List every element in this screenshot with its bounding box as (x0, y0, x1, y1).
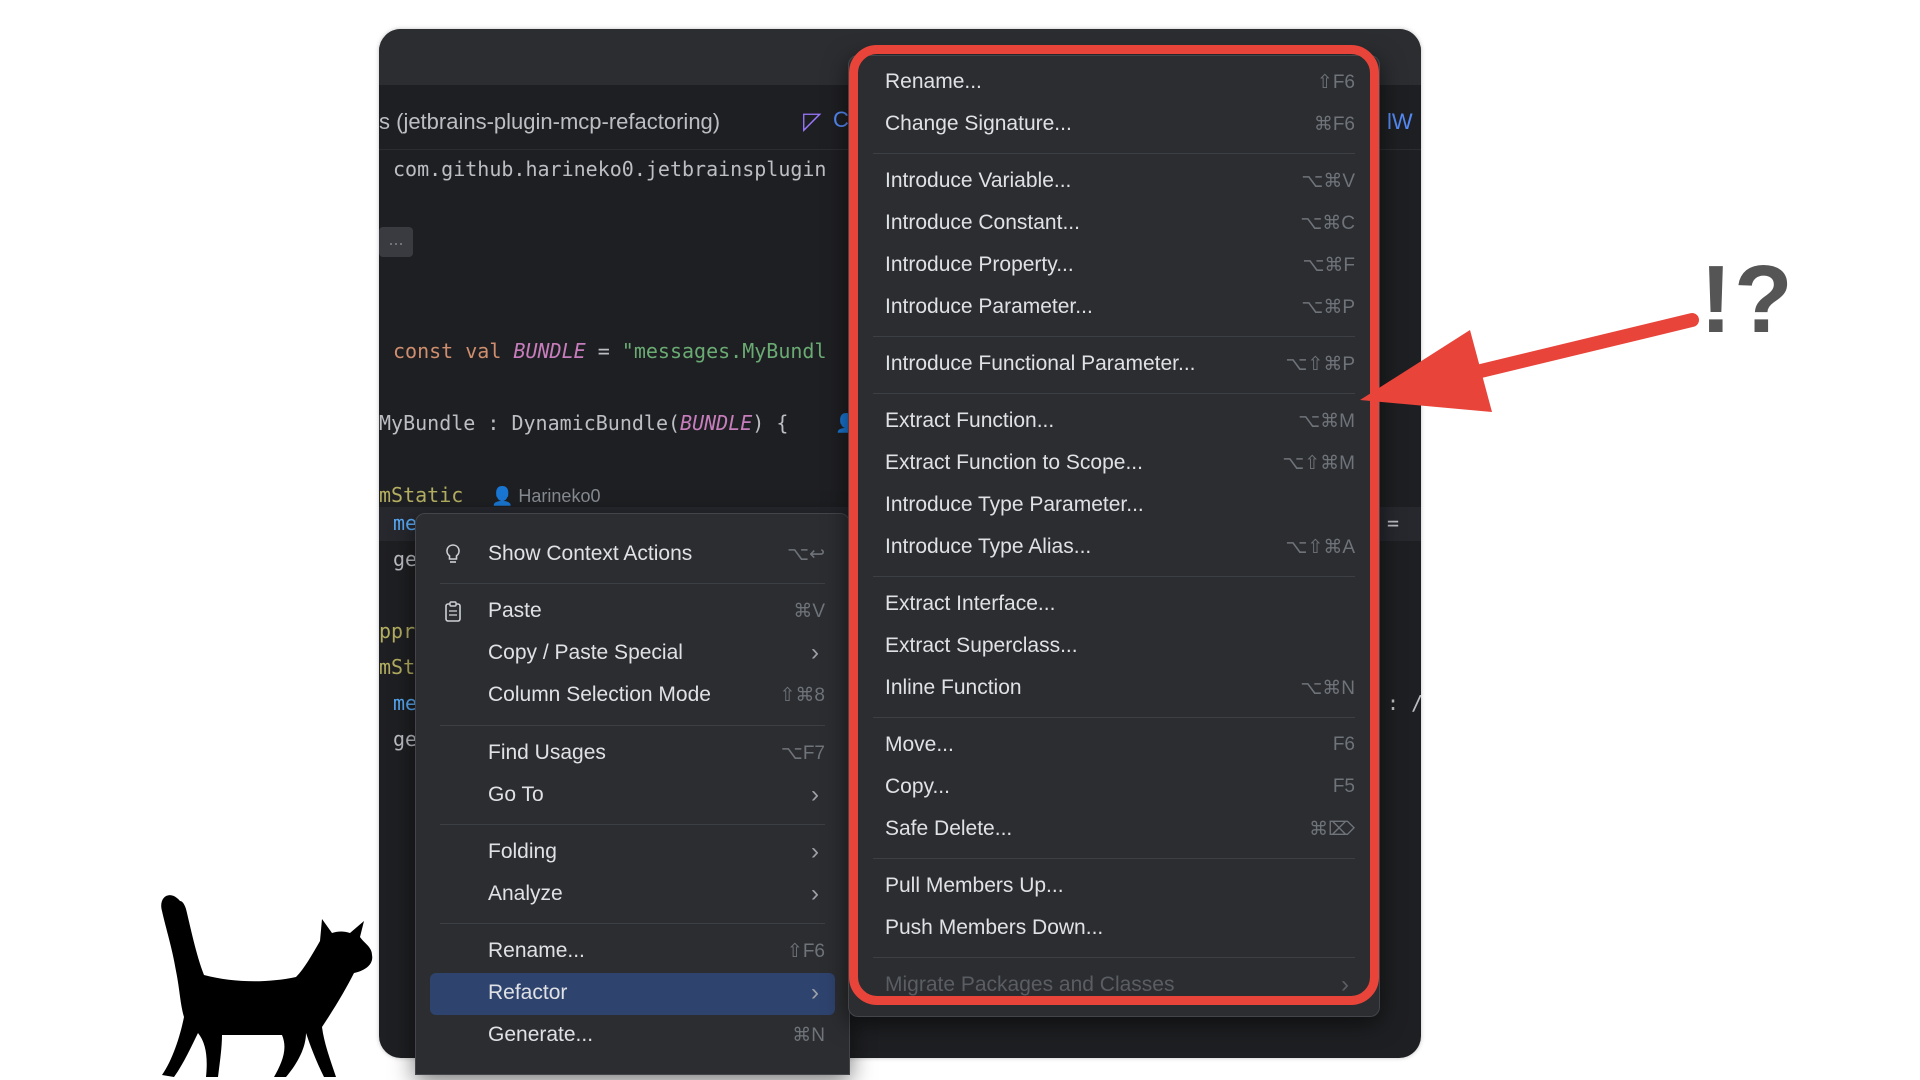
annotation-arrow (1360, 313, 1699, 412)
code-line-annotation[interactable]: mStatic (379, 483, 463, 507)
chevron-right-icon: › (811, 880, 819, 907)
cat-icon (161, 895, 373, 1077)
menu-item-copy-paste-special[interactable]: Copy / Paste Special › (430, 633, 835, 675)
menu-item-generate[interactable]: Generate... ⌘N (430, 1015, 835, 1057)
highlight-frame (849, 45, 1379, 1005)
code-line-me-1[interactable]: me (393, 511, 417, 535)
chevron-right-icon: › (811, 979, 819, 1006)
menu-separator (440, 583, 825, 584)
menu-separator (440, 725, 825, 726)
tab-label-right-partial[interactable]: lW (1387, 109, 1413, 135)
tab-label-partial[interactable]: C (833, 107, 849, 133)
author-icon: 👤 (491, 486, 519, 506)
chevron-right-icon: › (811, 838, 819, 865)
folded-imports[interactable]: ... (379, 227, 413, 257)
menu-item-refactor[interactable]: Refactor › (430, 973, 835, 1015)
code-line-ge-1[interactable]: ge (393, 547, 417, 571)
author-inlay: 👤 Harineko0 (491, 486, 601, 506)
menu-item-folding[interactable]: Folding › (430, 832, 835, 874)
chevron-right-icon: › (811, 781, 819, 808)
code-line-mst[interactable]: mSt (379, 655, 415, 679)
code-line-package[interactable]: com.github.harineko0.jetbrainsplugin (393, 157, 826, 181)
menu-item-paste[interactable]: Paste ⌘V (430, 591, 835, 633)
menu-separator (440, 923, 825, 924)
project-tab-label[interactable]: s (jetbrains-plugin-mcp-refactoring) (379, 109, 720, 135)
code-right-eq: = (1387, 511, 1400, 535)
code-line-ge-2[interactable]: ge (393, 727, 417, 751)
kotlin-file-icon: ◸ (803, 108, 822, 135)
annotation-exclamation-question: !? (1700, 246, 1795, 353)
code-line-ppr[interactable]: ppr (379, 619, 415, 643)
menu-item-column-selection-mode[interactable]: Column Selection Mode ⇧⌘8 (430, 675, 835, 717)
clipboard-icon (444, 600, 466, 624)
editor-context-menu: Show Context Actions ⌥↩ Paste ⌘V Copy / … (415, 513, 850, 1075)
bulb-icon (444, 543, 466, 567)
code-line-object[interactable]: MyBundle : DynamicBundle(BUNDLE) { (379, 411, 788, 435)
menu-item-show-context-actions[interactable]: Show Context Actions ⌥↩ (430, 534, 835, 576)
menu-separator (440, 824, 825, 825)
menu-item-rename[interactable]: Rename... ⇧F6 (430, 931, 835, 973)
menu-item-find-usages[interactable]: Find Usages ⌥F7 (430, 733, 835, 775)
chevron-right-icon: › (811, 639, 819, 666)
menu-item-go-to[interactable]: Go To › (430, 775, 835, 817)
code-line-me-2[interactable]: me (393, 691, 417, 715)
code-right-colon: : / (1387, 691, 1421, 715)
menu-item-analyze[interactable]: Analyze › (430, 874, 835, 916)
code-line-const[interactable]: const val BUNDLE = "messages.MyBundl (393, 339, 827, 363)
